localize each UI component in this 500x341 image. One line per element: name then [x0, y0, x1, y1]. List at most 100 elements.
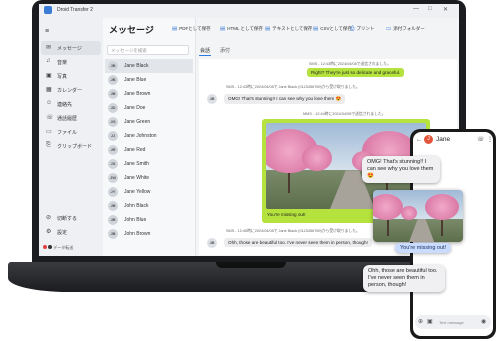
- attachments-folder-button[interactable]: ▭ 添付フォルダー: [386, 26, 425, 32]
- contact-name: Jane Smith: [124, 161, 150, 167]
- toolbar-label: 添付フォルダー: [393, 26, 425, 31]
- sidebar-item-clipboard[interactable]: ⎘ クリップボード: [41, 139, 101, 153]
- contact-name: Jane White: [124, 175, 150, 181]
- sidebar-item-label: 通話履歴: [57, 116, 78, 122]
- chat-icon: ✉: [46, 45, 52, 51]
- connection-status: データ転送: [43, 245, 73, 251]
- contact-item[interactable]: JB John Blue: [105, 213, 193, 227]
- avatar: JD: [108, 103, 118, 113]
- add-icon[interactable]: ⊕: [418, 318, 423, 325]
- contact-item[interactable]: JB Jane Black: [105, 59, 193, 73]
- cherry-blossom-photo[interactable]: [373, 190, 463, 242]
- sidebar-item-call-log[interactable]: ☏ 通話履歴: [41, 111, 101, 125]
- maximize-button[interactable]: □: [428, 6, 432, 12]
- sidebar-item-calendar[interactable]: ▦ カレンダー: [41, 83, 101, 97]
- disconnect-button[interactable]: ⊘ 切断する: [41, 211, 101, 225]
- toolbar-label: プリント: [356, 26, 375, 31]
- pdf-icon: ▤: [172, 26, 178, 32]
- sidebar-item-label: カレンダー: [57, 88, 83, 94]
- contact-item[interactable]: JB Jane Brown: [105, 87, 193, 101]
- contact-item[interactable]: JG Jane Green: [105, 115, 193, 129]
- page-title: メッセージ: [109, 25, 154, 35]
- sidebar-item-label: 切断する: [57, 216, 78, 222]
- contact-name: Jane Red: [124, 147, 146, 153]
- csv-icon: ▤: [313, 26, 319, 32]
- menu-icon[interactable]: ≡: [45, 28, 49, 35]
- status-dot-icon: [43, 245, 47, 249]
- sidebar-item-files[interactable]: ▭ ファイル: [41, 125, 101, 139]
- sidebar-item-photos[interactable]: ▣ 写真: [41, 69, 101, 83]
- avatar: JB: [108, 75, 118, 85]
- contact-item[interactable]: JR Jane Red: [105, 143, 193, 157]
- active-tab-indicator: [199, 55, 211, 56]
- contact-item[interactable]: JD Jane Doe: [105, 101, 193, 115]
- clipboard-icon: ⎘: [46, 142, 51, 148]
- save-csv-button[interactable]: ▤ CSVとして保存: [313, 26, 352, 32]
- call-icon[interactable]: ☏: [477, 136, 485, 143]
- gallery-icon[interactable]: ▣: [427, 318, 433, 325]
- unlink-icon: ⊘: [46, 215, 52, 221]
- contact-item[interactable]: JB Jane Blue: [105, 73, 193, 87]
- avatar: JB: [108, 229, 118, 239]
- message-input[interactable]: Text message: [439, 320, 464, 325]
- phone-contact-name: Jane: [436, 136, 451, 143]
- music-icon: ♫: [46, 58, 51, 64]
- sidebar-item-label: ファイル: [57, 130, 78, 136]
- phone-received-bubble: Ohh, those are beautiful too. I've never…: [363, 265, 445, 292]
- print-button[interactable]: ⎙ プリント: [350, 26, 374, 33]
- contact-name: Jane Blue: [124, 77, 147, 83]
- toolbar-label: CSVとして保存: [320, 26, 352, 31]
- contact-item[interactable]: JS Jane Smith: [105, 157, 193, 171]
- contacts-icon: ☺: [46, 100, 53, 106]
- close-button[interactable]: ✕: [443, 6, 448, 13]
- contact-name: John Brown: [124, 231, 151, 237]
- back-arrow-icon[interactable]: ←: [416, 137, 422, 143]
- search-input[interactable]: メッセージを検索: [107, 45, 189, 55]
- save-text-button[interactable]: ▤ テキストとして保存: [265, 26, 312, 32]
- sidebar-item-label: 写真: [57, 74, 68, 80]
- mms-caption: You're missing out!: [267, 212, 306, 217]
- tab-attachments[interactable]: 添付: [220, 47, 230, 54]
- avatar: JB: [207, 238, 217, 248]
- contact-item[interactable]: JY Jane Yellow: [105, 185, 193, 199]
- phone-sent-caption: You're missing out!: [395, 243, 452, 253]
- message-meta: SMS - 12:43時に2024/04/08で Jane Black (012…: [226, 85, 360, 89]
- contact-name: Jane Green: [124, 119, 151, 125]
- contact-name: John Blue: [124, 217, 147, 223]
- status-dot-icon: [48, 245, 53, 249]
- sidebar-item-contacts[interactable]: ☺ 連絡先: [41, 97, 101, 111]
- tab-conversation[interactable]: 会話: [200, 47, 210, 54]
- contact-item[interactable]: JB John Brown: [105, 227, 193, 241]
- minimize-button[interactable]: —: [413, 6, 419, 12]
- sidebar-item-label: 音楽: [57, 60, 68, 66]
- phone-icon: ☏: [46, 115, 54, 121]
- contact-name: Jane Doe: [124, 105, 146, 111]
- avatar: JJ: [108, 131, 118, 141]
- contact-item[interactable]: JB John Black: [105, 199, 193, 213]
- gear-icon: ⚙: [46, 229, 52, 235]
- settings-button[interactable]: ⚙ 設定: [41, 225, 101, 239]
- contact-name: John Black: [124, 203, 149, 209]
- toolbar-label: HTML として保存: [227, 26, 263, 31]
- text-icon: ▤: [265, 26, 271, 32]
- mic-icon[interactable]: ◉: [481, 318, 486, 325]
- sent-message: Right? They're just so delicate and grac…: [307, 68, 405, 77]
- message-input-bar[interactable]: ⊕ ▣ Text message ◉: [415, 315, 491, 329]
- more-options-icon[interactable]: ⋮: [487, 136, 493, 143]
- title-bar: Droid Transfer 2 — □ ✕: [39, 4, 459, 18]
- contact-item[interactable]: JW Jane White: [105, 171, 193, 185]
- avatar: JB: [207, 94, 217, 104]
- avatar: JB: [108, 201, 118, 211]
- sidebar-item-music[interactable]: ♫ 音楽: [41, 55, 101, 69]
- html-icon: ▤: [220, 26, 226, 32]
- phone-photo-bubble[interactable]: [373, 190, 463, 242]
- sidebar-item-messages[interactable]: ✉ メッセージ: [41, 41, 101, 55]
- message-meta: MMS - 12:44時に2024/04/08で送信されました。: [303, 112, 386, 116]
- avatar: JB: [108, 89, 118, 99]
- save-pdf-button[interactable]: ▤ PDFとして保存: [172, 26, 211, 32]
- contact-name: Jane Yellow: [124, 189, 151, 195]
- contact-item[interactable]: JJ Jane Johnston: [105, 129, 193, 143]
- folder-icon: ▭: [386, 26, 392, 32]
- save-html-button[interactable]: ▤ HTML として保存: [220, 26, 263, 32]
- status-label: データ転送: [53, 245, 74, 250]
